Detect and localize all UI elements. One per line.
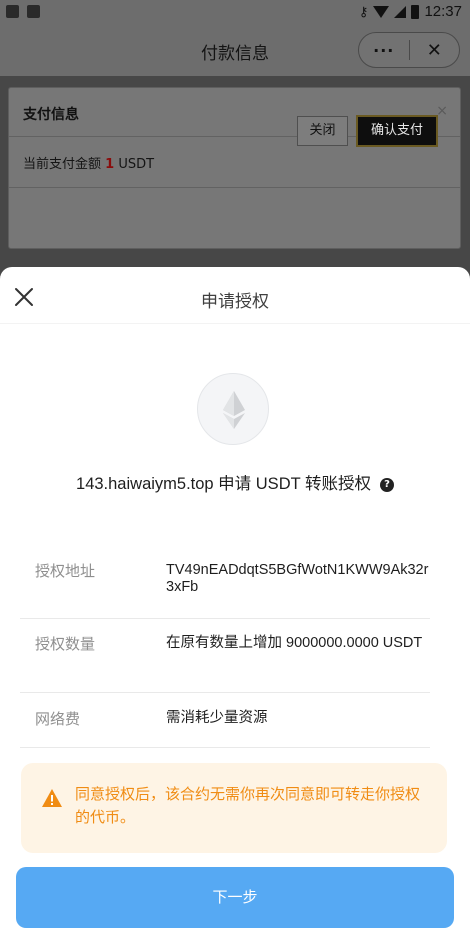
authorization-sheet: 申请授权 143.haiwaiym5.top 申请 USDT 转账授权? 授权地… <box>0 267 470 943</box>
payment-amount-unit: USDT <box>114 157 155 172</box>
wifi-icon <box>373 5 390 18</box>
payment-dialog-close-icon[interactable]: × <box>436 103 448 119</box>
payment-dialog-title: 支付信息 <box>23 107 79 123</box>
ethereum-icon <box>197 373 269 445</box>
warning-notice: 同意授权后，该合约无需你再次同意即可转走你授权的代币。 <box>21 763 447 853</box>
detail-label: 网络费 <box>35 710 81 728</box>
detail-value: TV49nEADdqtS5BGfWotN1KWW9Ak32r3xFb <box>166 562 429 595</box>
detail-label: 授权地址 <box>35 562 96 580</box>
detail-row-address: 授权地址 TV49nEADdqtS5BGfWotN1KWW9Ak32r3xFb <box>20 560 430 619</box>
detail-label: 授权数量 <box>35 635 96 653</box>
warning-icon <box>42 789 62 807</box>
sheet-title: 申请授权 <box>201 292 269 312</box>
status-time: 12:37 <box>424 3 462 20</box>
payment-dialog: 支付信息 × 当前支付金额 1 USDT <box>8 87 461 249</box>
signal-icon <box>394 5 407 18</box>
notification-a-icon <box>27 5 40 18</box>
payment-amount-text: 当前支付金额 1 USDT <box>23 153 154 172</box>
authorization-request-label: 143.haiwaiym5.top 申请 USDT 转账授权 <box>76 475 371 493</box>
key-icon: ⚷ <box>358 3 369 19</box>
detail-row-network-fee: 网络费 需消耗少量资源 <box>20 708 430 748</box>
more-menu-button[interactable]: ··· <box>359 41 409 60</box>
next-step-button[interactable]: 下一步 <box>16 867 454 928</box>
detail-row-amount: 授权数量 在原有数量上增加 9000000.0000 USDT <box>20 633 430 693</box>
nav-bar: 付款信息 ··· ✕ <box>0 26 470 76</box>
authorization-request-text: 143.haiwaiym5.top 申请 USDT 转账授权? <box>0 470 470 494</box>
close-app-button[interactable]: ✕ <box>409 40 459 61</box>
payment-amount-prefix: 当前支付金额 <box>23 157 106 172</box>
detail-value: 需消耗少量资源 <box>166 710 268 726</box>
status-bar: ⚷ 12:37 <box>0 0 470 26</box>
cat-app-icon <box>6 5 19 18</box>
battery-icon <box>411 4 420 19</box>
help-icon[interactable]: ? <box>379 478 394 492</box>
mini-program-capsule: ··· ✕ <box>358 32 460 68</box>
sheet-header: 申请授权 <box>0 267 470 324</box>
warning-text: 同意授权后，该合约无需你再次同意即可转走你授权的代币。 <box>75 785 421 826</box>
close-button[interactable]: 关闭 <box>297 116 348 146</box>
confirm-payment-button[interactable]: 确认支付 <box>356 115 438 147</box>
payment-amount-value: 1 <box>105 157 115 172</box>
detail-value: 在原有数量上增加 9000000.0000 USDT <box>166 635 423 651</box>
